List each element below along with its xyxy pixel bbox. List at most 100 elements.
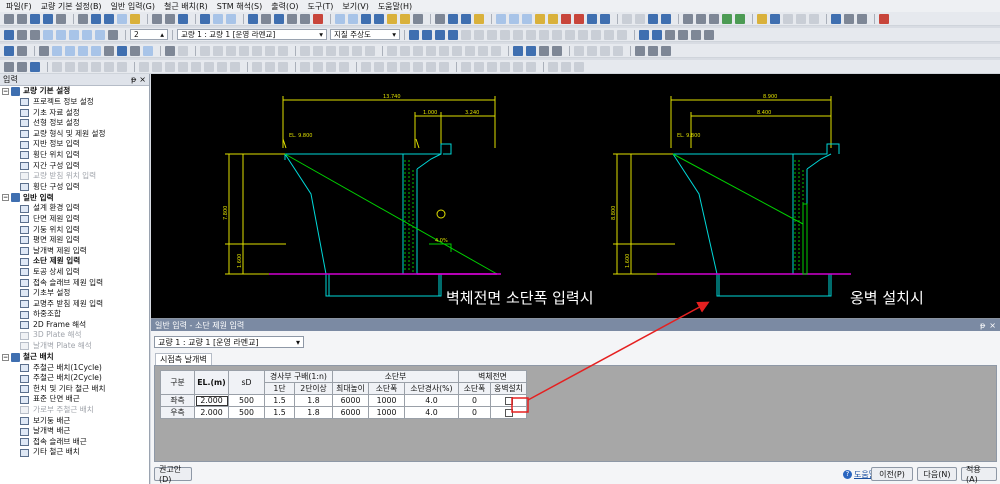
menu-item[interactable]: 보기(V) xyxy=(342,1,368,12)
print-icon[interactable] xyxy=(17,29,27,40)
cell-slope-2[interactable]: 1.8 xyxy=(294,406,333,419)
tool-icon[interactable] xyxy=(857,13,867,24)
cell-el[interactable]: 2.000 xyxy=(194,406,229,419)
tool-icon[interactable] xyxy=(548,13,558,24)
tool-icon[interactable] xyxy=(213,13,223,24)
tool-icon[interactable] xyxy=(104,45,114,56)
retaining-wall-checkbox[interactable] xyxy=(504,397,513,405)
tree-item[interactable]: 평면 제원 입력 xyxy=(0,235,149,246)
tool-icon[interactable] xyxy=(413,45,423,56)
tool-icon[interactable] xyxy=(91,45,101,56)
tree-group[interactable]: − 일반 입력 xyxy=(0,192,149,203)
tool-icon[interactable] xyxy=(17,61,27,72)
tool-icon[interactable] xyxy=(52,61,62,72)
tool-icon[interactable] xyxy=(374,13,384,24)
zoom-in-icon[interactable] xyxy=(69,29,79,40)
tree-item[interactable]: 토공 상세 입력 xyxy=(0,267,149,278)
cell-slope-1[interactable]: 1.5 xyxy=(264,406,295,419)
menu-item[interactable]: STM 해석(S) xyxy=(217,1,262,12)
tool-icon[interactable] xyxy=(465,45,475,56)
menu-item[interactable]: 파일(F) xyxy=(6,1,32,12)
tree-item[interactable]: 접속 슬래브 배근 xyxy=(0,437,149,448)
check-icon[interactable] xyxy=(4,29,14,40)
cell-gradient[interactable]: 4.0 xyxy=(404,406,459,419)
tool-icon[interactable] xyxy=(30,13,40,24)
layer-icon[interactable] xyxy=(652,29,662,40)
nav-first-icon[interactable] xyxy=(409,29,419,40)
tree-item[interactable]: 단면 제원 입력 xyxy=(0,214,149,225)
tool-icon[interactable] xyxy=(783,13,793,24)
tool-icon[interactable] xyxy=(165,61,175,72)
view-icon[interactable] xyxy=(604,29,614,40)
next-button[interactable]: 다음(N) xyxy=(917,467,957,481)
tool-icon[interactable] xyxy=(696,13,706,24)
tool-icon[interactable] xyxy=(400,45,410,56)
tool-icon[interactable] xyxy=(17,13,27,24)
tree-item[interactable]: 가로부 주철근 배치 xyxy=(0,405,149,416)
tool-icon[interactable] xyxy=(248,13,258,24)
tab-start-wing-wall[interactable]: 시점측 날개벽 xyxy=(155,353,212,365)
tool-icon[interactable] xyxy=(661,13,671,24)
tool-icon[interactable] xyxy=(326,45,336,56)
tool-icon[interactable] xyxy=(217,61,227,72)
tool-icon[interactable] xyxy=(522,13,532,24)
tree-item[interactable]: 소단 제원 입력 xyxy=(0,256,149,267)
tree-item[interactable]: 설계 환경 입력 xyxy=(0,203,149,214)
tree-item[interactable]: 기둥 위치 입력 xyxy=(0,225,149,236)
tree-group[interactable]: − 교량 기본 설정 xyxy=(0,86,149,97)
tree-item[interactable]: 교명주 받침 제원 입력 xyxy=(0,299,149,310)
tool-icon[interactable] xyxy=(561,13,571,24)
tool-icon[interactable] xyxy=(757,13,767,24)
view-icon[interactable] xyxy=(500,29,510,40)
tool-icon[interactable] xyxy=(4,13,14,24)
tool-icon[interactable] xyxy=(879,13,889,24)
tool-icon[interactable] xyxy=(339,61,349,72)
tool-icon[interactable] xyxy=(374,61,384,72)
tree-item[interactable]: 주철근 배치(1Cycle) xyxy=(0,363,149,374)
tool-icon[interactable] xyxy=(274,13,284,24)
tool-icon[interactable] xyxy=(478,45,488,56)
tool-icon[interactable] xyxy=(413,13,423,24)
collapse-icon[interactable]: − xyxy=(2,88,9,95)
tree-item[interactable]: 프로젝트 정보 설정 xyxy=(0,97,149,108)
tool-icon[interactable] xyxy=(387,13,397,24)
menu-item[interactable]: 도움말(H) xyxy=(378,1,412,12)
cell-sd[interactable]: 500 xyxy=(228,394,265,407)
cell-max-height[interactable]: 6000 xyxy=(332,394,369,407)
tool-icon[interactable] xyxy=(278,45,288,56)
tool-icon[interactable] xyxy=(461,61,471,72)
tool-icon[interactable] xyxy=(178,13,188,24)
tool-icon[interactable] xyxy=(435,13,445,24)
zoom-out-icon[interactable] xyxy=(82,29,92,40)
number-field[interactable]: 2 ▴ xyxy=(130,29,168,40)
tool-icon[interactable] xyxy=(352,45,362,56)
bridge-combo[interactable]: 교량 1 : 교량 1 [운영 라멘교] ▾ xyxy=(154,336,304,348)
tool-icon[interactable] xyxy=(178,45,188,56)
tool-icon[interactable] xyxy=(600,13,610,24)
tool-icon[interactable] xyxy=(439,61,449,72)
tool-icon[interactable] xyxy=(139,61,149,72)
tree-item[interactable]: 날개벽 Plate 해석 xyxy=(0,341,149,352)
tool-icon[interactable] xyxy=(130,13,140,24)
tool-icon[interactable] xyxy=(261,13,271,24)
cell-width[interactable]: 1000 xyxy=(368,394,405,407)
tool-icon[interactable] xyxy=(574,61,584,72)
tool-icon[interactable] xyxy=(831,13,841,24)
tree-item[interactable]: 3D Plate 해석 xyxy=(0,330,149,341)
tool-icon[interactable] xyxy=(104,13,114,24)
tool-icon[interactable] xyxy=(226,13,236,24)
nav-next-icon[interactable] xyxy=(435,29,445,40)
tool-icon[interactable] xyxy=(300,61,310,72)
tool-icon[interactable] xyxy=(339,45,349,56)
menu-item[interactable]: 도구(T) xyxy=(308,1,334,12)
tool-icon[interactable] xyxy=(226,45,236,56)
tool-icon[interactable] xyxy=(165,13,175,24)
view-select[interactable]: 지질 주상도 ▾ xyxy=(330,29,400,40)
cell-slope-1[interactable]: 1.5 xyxy=(264,394,295,407)
tree-item[interactable]: 지반 정보 입력 xyxy=(0,139,149,150)
layer-icon[interactable] xyxy=(639,29,649,40)
tool-icon[interactable] xyxy=(300,45,310,56)
tool-icon[interactable] xyxy=(52,45,62,56)
recommend-button[interactable]: 권고안(D) xyxy=(154,465,192,484)
property-icon[interactable] xyxy=(691,29,701,40)
